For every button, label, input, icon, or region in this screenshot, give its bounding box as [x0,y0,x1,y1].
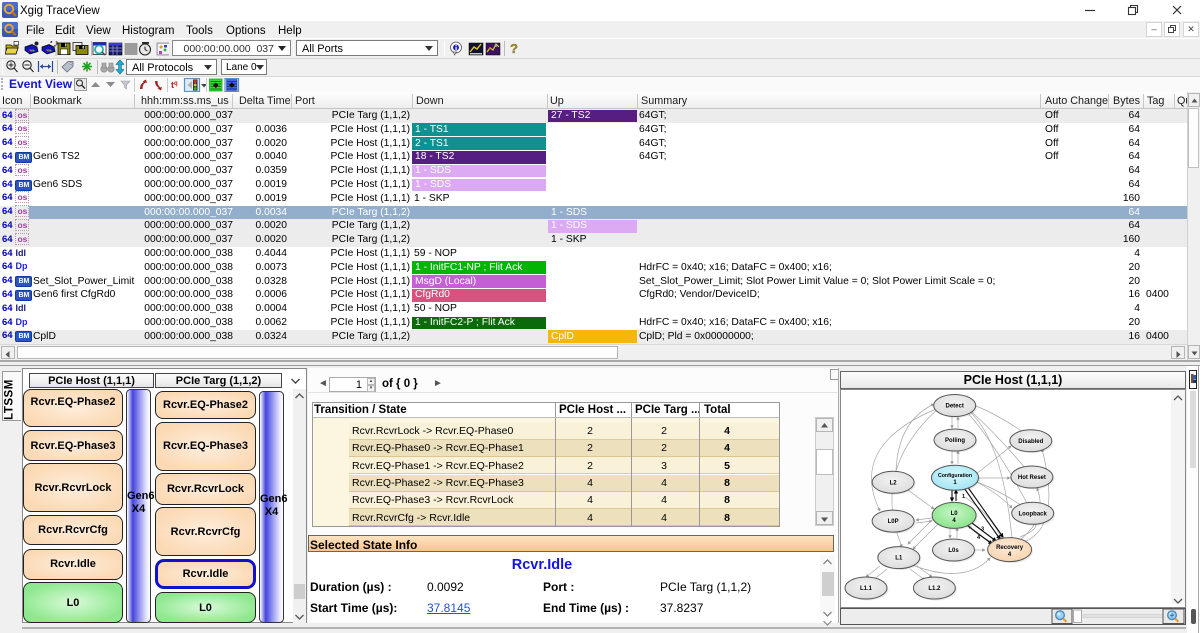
svg-text:3: 3 [981,527,984,533]
svg-text:Configuration: Configuration [938,473,972,479]
svg-text:Loopback: Loopback [1019,511,1048,517]
svg-text:Polling: Polling [945,438,965,444]
svg-text:L1: L1 [895,556,903,562]
svg-text:Hot Reset: Hot Reset [1018,475,1046,481]
svg-text:L1.2: L1.2 [928,586,941,592]
svg-text:1: 1 [962,494,965,500]
svg-text:Disabled: Disabled [1018,439,1043,445]
svg-text:Recovery: Recovery [996,545,1024,551]
svg-text:L0P: L0P [888,519,899,525]
svg-text:L0s: L0s [948,548,959,554]
svg-text:L0: L0 [951,511,959,517]
svg-text:tq: tq [171,80,178,90]
svg-text:?: ? [510,41,518,56]
svg-text:L2: L2 [890,480,898,486]
svg-text:Detect: Detect [946,404,964,410]
svg-text:L1.1: L1.1 [860,586,873,592]
